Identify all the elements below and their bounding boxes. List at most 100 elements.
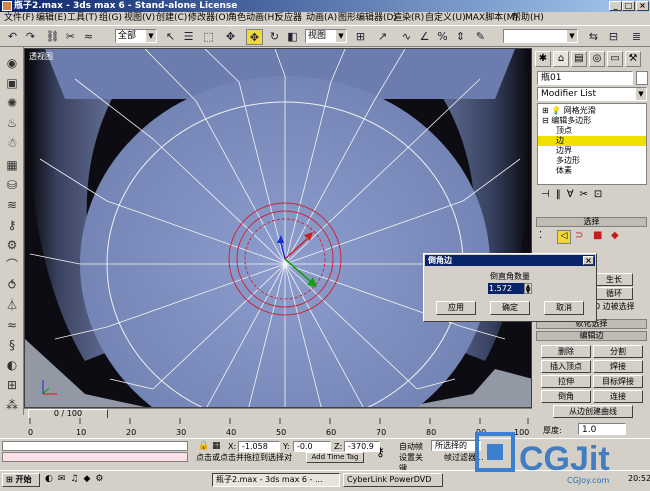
stack-item-element[interactable]: 体素 bbox=[538, 166, 646, 176]
perspective-viewport[interactable]: 透视图 bbox=[24, 48, 532, 408]
menu-views[interactable]: 视图(V) bbox=[124, 12, 155, 25]
border-icon[interactable]: ⊃ bbox=[575, 230, 583, 241]
snap-icon[interactable]: ∿ bbox=[398, 29, 415, 45]
key-icon[interactable]: ⚷ bbox=[376, 445, 385, 459]
remove-button[interactable]: 删除 bbox=[541, 345, 591, 358]
select-rotate-icon[interactable]: ↻ bbox=[266, 29, 283, 45]
create-shape-button[interactable]: 从边创建曲线 bbox=[553, 405, 633, 418]
menu-tools[interactable]: 工具(T) bbox=[67, 12, 98, 25]
noise-icon[interactable]: ⁂ bbox=[4, 397, 20, 413]
percent-snap-icon[interactable]: % bbox=[434, 29, 451, 45]
particle-icon[interactable]: ✺ bbox=[4, 95, 20, 111]
box-icon[interactable]: ▦ bbox=[4, 157, 20, 173]
x-coord-input[interactable]: -1.058 bbox=[238, 441, 280, 452]
weld-button[interactable]: 焊接 bbox=[593, 360, 643, 373]
named-selection-sets-dropdown[interactable]: ▼ bbox=[503, 29, 578, 43]
taskbar-item-powerdvd[interactable]: CyberLink PowerDVD bbox=[343, 473, 443, 487]
unlink-icon[interactable]: ✂ bbox=[62, 29, 79, 45]
modifier-list-dropdown[interactable]: Modifier List ▼ bbox=[537, 87, 647, 101]
select-by-name-icon[interactable]: ☰ bbox=[180, 29, 197, 45]
apply-button[interactable]: 应用 bbox=[436, 301, 476, 315]
menu-edit[interactable]: 编辑(E) bbox=[36, 12, 67, 25]
menu-modifiers[interactable]: 修改器(O) bbox=[188, 12, 229, 25]
reference-coord-dropdown[interactable]: 视图 ▼ bbox=[305, 29, 347, 43]
ok-button[interactable]: 确定 bbox=[490, 301, 530, 315]
mirror-icon[interactable]: ⇆ bbox=[585, 29, 602, 45]
set-key-button[interactable]: 设置关键 bbox=[399, 452, 429, 473]
select-object-icon[interactable]: ↖ bbox=[162, 29, 179, 45]
edge-icon[interactable]: ◁ bbox=[557, 230, 571, 244]
maxscript-listener[interactable] bbox=[2, 441, 188, 451]
menu-group[interactable]: 组(G) bbox=[99, 12, 122, 25]
auto-key-button[interactable]: 自动帧 bbox=[399, 441, 429, 452]
create-tab-icon[interactable]: ✱ bbox=[535, 51, 551, 67]
menu-reactor[interactable]: 反应器 bbox=[275, 12, 302, 25]
lock-icon[interactable]: ▣ bbox=[4, 75, 20, 91]
object-color-swatch[interactable] bbox=[636, 71, 648, 85]
stack-item-edge[interactable]: 边 bbox=[538, 136, 646, 146]
select-move-icon[interactable]: ✥ bbox=[222, 29, 239, 45]
menu-animation[interactable]: 动画(A) bbox=[306, 12, 337, 25]
named-selection-icon[interactable]: ✎ bbox=[472, 29, 489, 45]
menu-file[interactable]: 文件(F) bbox=[4, 12, 34, 25]
stack-item-border[interactable]: 边界 bbox=[538, 146, 646, 156]
time-slider[interactable]: 0 / 100 bbox=[24, 408, 532, 419]
layer-manager-icon[interactable]: ≣ bbox=[628, 29, 645, 45]
pivot-icon[interactable]: ⊞ bbox=[352, 29, 369, 45]
chamfer-amount-input[interactable]: 1.572 bbox=[488, 283, 524, 294]
insert-vertex-button[interactable]: 插入顶点 bbox=[541, 360, 591, 373]
selection-region-icon[interactable]: ⬚ bbox=[200, 29, 217, 45]
select-manipulate-icon[interactable]: ↗ bbox=[374, 29, 391, 45]
grow-button[interactable]: 生长 bbox=[595, 273, 633, 286]
motion-tab-icon[interactable]: ◎ bbox=[589, 51, 605, 67]
menu-customize[interactable]: 自定义(U) bbox=[425, 12, 466, 25]
maximize-button[interactable]: □ bbox=[622, 1, 635, 11]
taskbar-item-3dsmax[interactable]: 瓶子2.max - 3ds max 6 - ... bbox=[212, 473, 340, 487]
dialog-close-button[interactable]: × bbox=[583, 256, 594, 265]
stack-item-polygon[interactable]: 多边形 bbox=[538, 156, 646, 166]
cylinder-icon[interactable]: ⛁ bbox=[4, 177, 20, 193]
stack-tools-icon[interactable]: ⊣‖∀✂⊡ bbox=[541, 189, 641, 203]
skin-icon[interactable]: ◐ bbox=[4, 357, 20, 373]
close-button[interactable]: × bbox=[636, 1, 649, 11]
split-button[interactable]: 分割 bbox=[593, 345, 643, 358]
cancel-button[interactable]: 取消 bbox=[544, 301, 584, 315]
lock-selection-icon[interactable]: 🔒 bbox=[198, 441, 209, 451]
twist-icon[interactable]: ⥀ bbox=[4, 277, 20, 293]
selection-filter-dropdown[interactable]: 全部 ▼ bbox=[115, 29, 157, 43]
undo-icon[interactable]: ↶ bbox=[4, 29, 21, 45]
quick-launch-icon[interactable]: ◐✉♫◆⚙ bbox=[45, 474, 108, 484]
sphere-icon[interactable]: ◉ bbox=[4, 55, 20, 71]
rollout-edit-edges[interactable]: 编辑边 bbox=[536, 331, 647, 341]
bone-icon[interactable]: ⚷ bbox=[4, 217, 20, 233]
menu-rendering[interactable]: 渲染(R) bbox=[393, 12, 424, 25]
ring-button[interactable]: 循环 bbox=[595, 287, 633, 300]
modify-tab-icon[interactable]: ⌂ bbox=[553, 51, 569, 67]
menu-graph-editors[interactable]: 图形编辑器(D) bbox=[338, 12, 397, 25]
menu-help[interactable]: 帮助(H) bbox=[512, 12, 544, 25]
redo-icon[interactable]: ↷ bbox=[22, 29, 39, 45]
menu-maxscript[interactable]: MAX脚本(M) bbox=[465, 12, 518, 25]
rollout-selection[interactable]: 选择 bbox=[536, 217, 647, 227]
wave-icon[interactable]: ≋ bbox=[4, 197, 20, 213]
select-scale-icon[interactable]: ◧ bbox=[284, 29, 301, 45]
utilities-tab-icon[interactable]: ⚒ bbox=[625, 51, 641, 67]
spinner-icon[interactable]: ▲ ▼ bbox=[524, 283, 532, 295]
select-and-move-icon[interactable]: ✥ bbox=[246, 29, 263, 45]
bulb-icon[interactable]: 💡 bbox=[551, 106, 561, 115]
vertex-icon[interactable]: ⁚ bbox=[539, 230, 542, 241]
target-weld-button[interactable]: 目标焊接 bbox=[593, 375, 643, 388]
bend-icon[interactable]: ⌒ bbox=[4, 257, 20, 273]
link-icon[interactable]: ⛓ bbox=[44, 29, 61, 45]
angle-snap-icon[interactable]: ∠ bbox=[416, 29, 433, 45]
extrude-button[interactable]: 拉伸 bbox=[541, 375, 591, 388]
y-coord-input[interactable]: -0.0 bbox=[293, 441, 331, 452]
menu-create[interactable]: 创建(C) bbox=[156, 12, 187, 25]
human-icon[interactable]: ☃ bbox=[4, 135, 20, 151]
minimize-button[interactable]: _ bbox=[609, 1, 622, 11]
maxscript-output[interactable] bbox=[2, 452, 188, 462]
gear-icon[interactable]: ⚙ bbox=[4, 237, 20, 253]
object-name-field[interactable]: 瓶01 bbox=[537, 71, 633, 85]
element-icon[interactable]: ◆ bbox=[611, 230, 619, 241]
key-filter-dropdown[interactable]: 所选择的 bbox=[431, 440, 481, 451]
